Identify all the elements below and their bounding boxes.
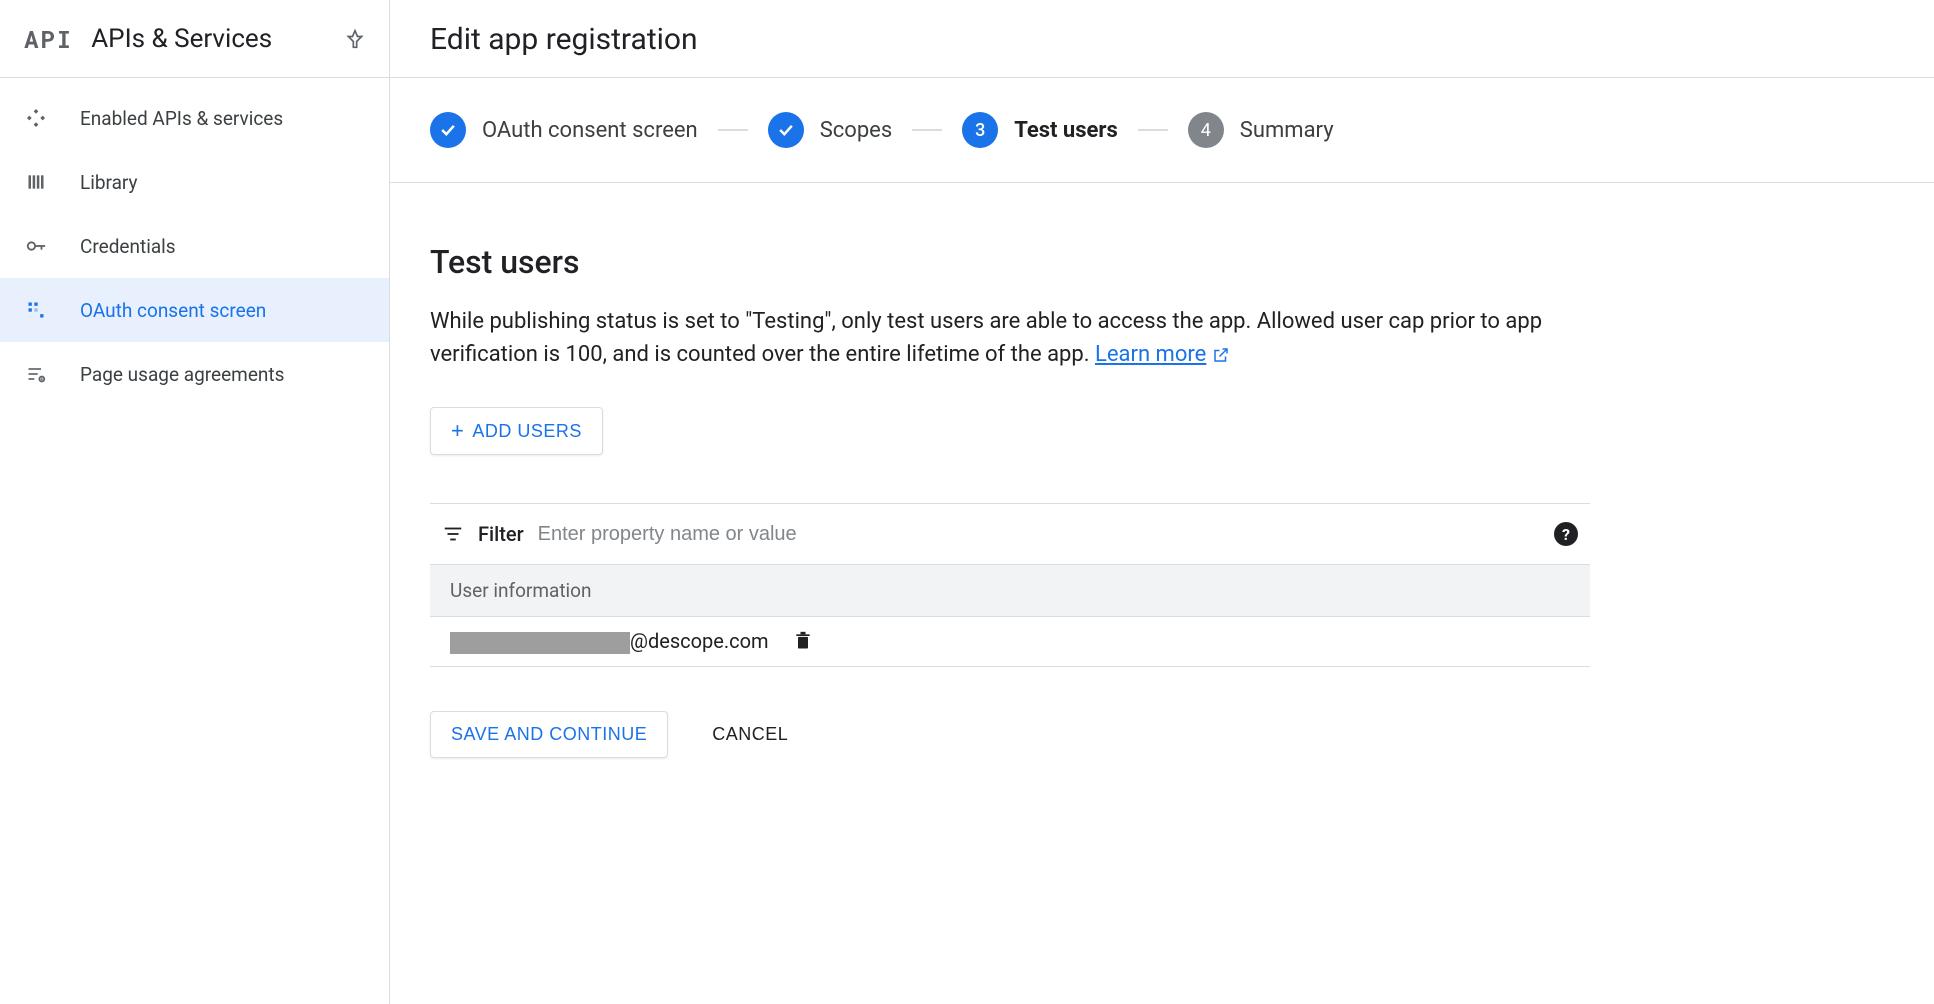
sidebar-item-enabled-apis[interactable]: Enabled APIs & services [0,86,389,150]
content-section: Test users While publishing status is se… [390,183,1630,818]
main-header: Edit app registration [390,0,1934,78]
table-row: @descope.com [430,617,1590,667]
section-description: While publishing status is set to "Testi… [430,305,1590,371]
help-icon[interactable]: ? [1554,522,1578,546]
checkmark-icon [430,112,466,148]
page-title: Edit app registration [430,22,1894,57]
sidebar-item-label: OAuth consent screen [80,299,266,322]
step-number: 4 [1188,112,1224,148]
sidebar-item-library[interactable]: Library [0,150,389,214]
main-content: Edit app registration OAuth consent scre… [390,0,1934,1004]
filter-row: Filter ? [430,504,1590,564]
sidebar-title: APIs & Services [91,24,345,54]
learn-more-link[interactable]: Learn more [1095,338,1230,371]
step-connector [718,129,748,131]
step-test-users[interactable]: 3 Test users [962,112,1118,148]
step-label: Test users [1014,118,1118,143]
section-title: Test users [430,243,1590,281]
users-table: Filter ? User information @descope.com [430,503,1590,667]
sidebar-item-credentials[interactable]: Credentials [0,214,389,278]
learn-more-text: Learn more [1095,338,1206,371]
step-number: 3 [962,112,998,148]
filter-input[interactable] [538,523,1540,546]
step-label: Scopes [820,118,893,143]
consent-grid-icon [24,298,48,322]
sidebar-item-oauth-consent[interactable]: OAuth consent screen [0,278,389,342]
email-domain: @descope.com [630,629,769,653]
sidebar-item-label: Enabled APIs & services [80,107,283,130]
delete-icon[interactable] [793,630,813,652]
add-users-label: ADD USERS [472,421,582,442]
step-scopes[interactable]: Scopes [768,112,893,148]
api-logo: API [24,23,73,55]
step-summary[interactable]: 4 Summary [1188,112,1334,148]
table-header: User information [430,564,1590,617]
add-users-button[interactable]: + ADD USERS [430,407,603,455]
step-label: OAuth consent screen [482,118,698,143]
plus-icon: + [451,420,464,442]
pin-icon[interactable] [345,29,365,49]
diamond-apis-icon [24,106,48,130]
save-continue-label: SAVE AND CONTINUE [451,724,647,745]
cancel-button[interactable]: CANCEL [696,712,804,757]
step-connector [912,129,942,131]
filter-label: Filter [478,522,524,546]
user-email: @descope.com [450,629,769,654]
stepper: OAuth consent screen Scopes 3 Test users… [390,78,1934,183]
external-link-icon [1212,346,1230,364]
sidebar: API APIs & Services Enabled APIs & servi… [0,0,390,1004]
redacted-block [450,632,630,654]
step-label: Summary [1240,118,1334,143]
sidebar-item-label: Library [80,171,138,194]
library-icon [24,170,48,194]
sidebar-item-page-usage[interactable]: Page usage agreements [0,342,389,406]
sidebar-item-label: Credentials [80,235,176,258]
step-oauth-consent[interactable]: OAuth consent screen [430,112,698,148]
sidebar-nav: Enabled APIs & services Library Credenti… [0,78,389,406]
page-usage-icon [24,362,48,386]
sidebar-item-label: Page usage agreements [80,363,284,386]
checkmark-icon [768,112,804,148]
step-connector [1138,129,1168,131]
section-description-text: While publishing status is set to "Testi… [430,309,1542,367]
action-row: SAVE AND CONTINUE CANCEL [430,711,1590,758]
save-and-continue-button[interactable]: SAVE AND CONTINUE [430,711,668,758]
filter-icon [442,523,464,545]
key-icon [24,234,48,258]
sidebar-header: API APIs & Services [0,0,389,78]
cancel-label: CANCEL [712,724,788,744]
